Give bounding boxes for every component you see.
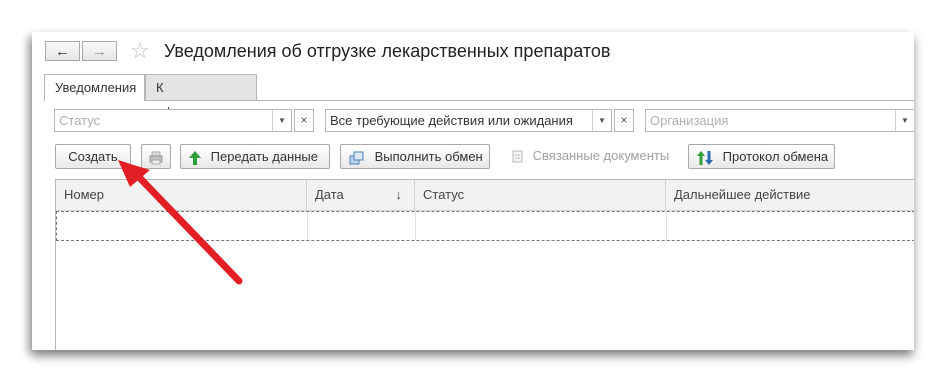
tab-label: Уведомления <box>55 80 137 95</box>
arrow-shaft <box>131 169 243 285</box>
tab-notifications[interactable]: Уведомления <box>44 74 145 101</box>
annotation-arrow <box>118 160 243 285</box>
